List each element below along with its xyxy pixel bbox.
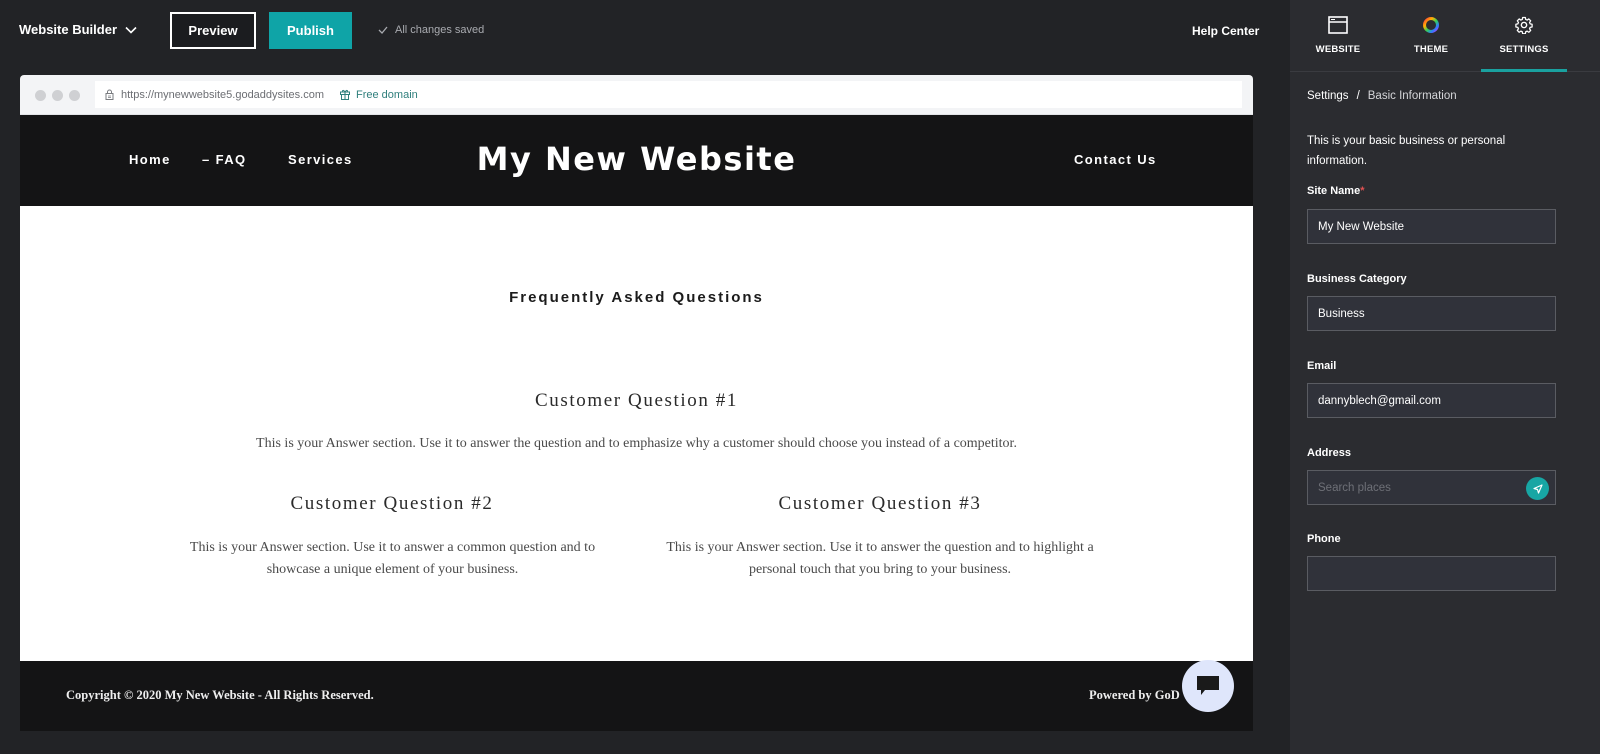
site-url: https://mynewwebsite5.godaddysites.com [121,88,324,101]
tab-label: THEME [1413,44,1449,55]
site-name-label-text: Site Name [1307,185,1361,197]
website-page: Home – FAQ Services My New Website Conta… [20,115,1253,731]
chevron-down-icon [125,26,137,34]
breadcrumb-current: Basic Information [1367,90,1457,102]
panel-tabs: WEBSITE THEME SETTINGS [1290,0,1600,72]
breadcrumb: Settings / Basic Information [1307,90,1457,102]
locate-button[interactable] [1526,477,1549,500]
tab-label: SETTINGS [1499,44,1549,55]
save-status: All changes saved [378,24,484,36]
address-placeholder: Search places [1318,481,1391,494]
chat-button[interactable] [1182,660,1234,712]
checkmark-icon [378,26,388,34]
site-header: Home – FAQ Services My New Website Conta… [20,115,1253,206]
question-answer: This is your Answer section. Use it to a… [666,540,1094,577]
site-footer: Copyright © 2020 My New Website - All Ri… [20,661,1253,731]
business-category-label: Business Category [1307,273,1407,285]
copyright-text: Copyright © 2020 My New Website - All Ri… [66,688,374,702]
panel-description: This is your basic business or personal … [1307,135,1506,167]
email-input[interactable]: dannyblech@gmail.com [1307,383,1556,418]
question-title: Customer Question #3 [778,493,982,514]
tab-label: WEBSITE [1315,44,1361,55]
settings-panel: WEBSITE THEME SETTINGS Settings / Basic … [1290,0,1600,754]
top-bar: Website Builder Preview Publish All chan… [0,0,1290,62]
website-builder-menu[interactable]: Website Builder [19,22,137,37]
site-name-label: Site Name* [1307,185,1364,197]
tab-website[interactable]: WEBSITE [1290,0,1386,72]
powered-by-link[interactable]: Powered by GoD [1089,688,1180,703]
site-title: My New Website [476,140,797,178]
window-dot-icon [69,90,80,101]
window-dot-icon [35,90,46,101]
tab-settings[interactable]: SETTINGS [1476,0,1572,72]
phone-label: Phone [1307,533,1341,545]
preview-button[interactable]: Preview [170,12,256,49]
faq-section-title: Frequently Asked Questions [509,289,764,306]
navigation-arrow-icon [1532,483,1543,494]
address-label: Address [1307,447,1352,459]
chat-icon [1197,676,1219,695]
window-dot-icon [52,90,63,101]
question-title: Customer Question #2 [290,493,494,514]
publish-button[interactable]: Publish [269,12,352,49]
gear-icon [1515,16,1533,34]
breadcrumb-separator: / [1356,90,1360,102]
site-name-input[interactable]: My New Website [1307,209,1556,244]
question-title: Customer Question #1 [535,390,738,411]
free-domain-link[interactable]: Free domain [356,89,418,101]
browser-window-icon [1328,16,1348,34]
browser-chrome: https://mynewwebsite5.godaddysites.com F… [20,75,1253,115]
save-status-text: All changes saved [395,24,485,36]
lock-icon [105,89,114,100]
help-center-link[interactable]: Help Center [1192,24,1259,38]
brand-label: Website Builder [19,22,118,37]
breadcrumb-settings[interactable]: Settings [1307,90,1349,102]
phone-input[interactable] [1307,556,1556,591]
tab-theme[interactable]: THEME [1383,0,1479,72]
address-input[interactable]: Search places [1307,470,1556,505]
required-mark: * [1360,185,1365,197]
email-label: Email [1307,360,1337,372]
question-answer: This is your Answer section. Use it to a… [256,436,1017,451]
gift-icon [340,89,350,100]
window-dots [35,90,80,101]
business-category-input[interactable]: Business [1307,296,1556,331]
address-bar: https://mynewwebsite5.godaddysites.com F… [95,81,1242,108]
site-preview-frame: https://mynewwebsite5.godaddysites.com F… [20,75,1253,731]
question-answer: This is your Answer section. Use it to a… [189,540,596,577]
nav-contact-us[interactable]: Contact Us [1074,152,1157,167]
color-wheel-icon [1423,17,1439,33]
